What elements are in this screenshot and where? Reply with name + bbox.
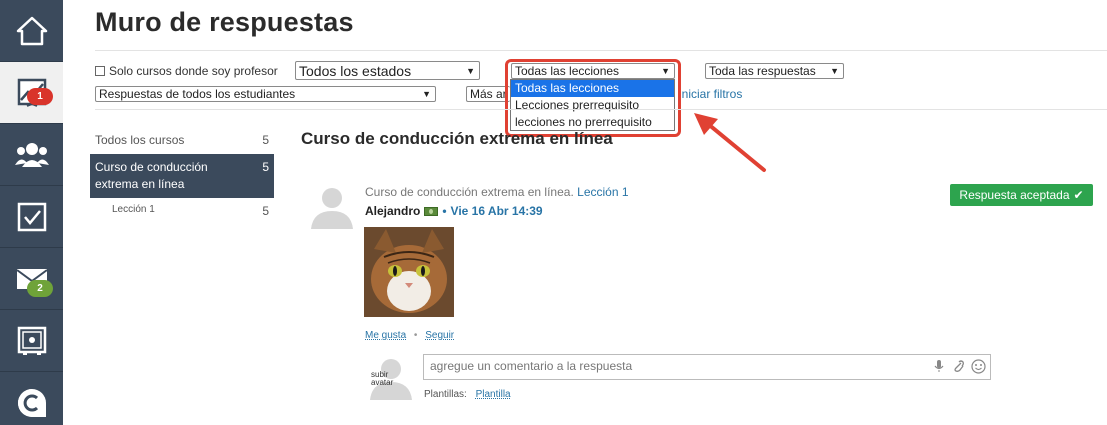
sidebar-item-count: 5 xyxy=(262,204,269,218)
states-select-value: Todos los estados xyxy=(299,62,412,79)
status-label: Respuesta aceptada xyxy=(959,188,1070,202)
bullet: • xyxy=(442,204,447,218)
rail-home[interactable] xyxy=(0,0,63,62)
only-my-courses-checkbox[interactable]: Solo cursos donde soy profesor xyxy=(95,64,278,78)
rail-tasks[interactable] xyxy=(0,186,63,248)
post-author-line: Alejandro • Vie 16 Abr 14:39 xyxy=(365,204,543,218)
highlight-box xyxy=(505,59,681,137)
post-lesson-link[interactable]: Lección 1 xyxy=(577,185,628,199)
post-course-name: Curso de conducción extrema en línea. xyxy=(365,185,574,199)
students-select-value: Respuestas de todos los estudiantes xyxy=(99,87,296,101)
comment-placeholder: agregue un comentario a la respuesta xyxy=(430,359,633,373)
course-title: Curso de conducción extrema en línea xyxy=(301,129,613,148)
message-badge: 2 xyxy=(27,280,53,297)
comment-input[interactable]: agregue un comentario a la respuesta xyxy=(423,354,991,380)
group-icon xyxy=(14,142,49,167)
sidebar-item-count: 5 xyxy=(262,160,269,174)
annotation-arrow xyxy=(694,113,766,172)
like-link[interactable]: Me gusta xyxy=(365,330,406,341)
chat-icon xyxy=(17,388,46,417)
sidebar-item-lesson[interactable]: Lección 1 5 xyxy=(90,204,274,218)
safe-icon xyxy=(17,326,46,355)
template-link[interactable]: Plantilla xyxy=(476,389,511,400)
students-select[interactable]: Respuestas de todos los estudiantes ▼ xyxy=(95,86,436,102)
answers-select-value: Toda las respuestas xyxy=(709,64,816,78)
answers-select[interactable]: Toda las respuestas ▼ xyxy=(705,63,844,79)
checkbox-icon xyxy=(17,202,46,231)
states-select[interactable]: Todos los estados ▼ xyxy=(295,61,480,80)
course-sidebar: Todos los cursos 5 Curso de conducción e… xyxy=(90,128,274,218)
only-my-courses-label: Solo cursos donde soy profesor xyxy=(109,64,278,78)
rail-messages[interactable] xyxy=(0,248,63,310)
templates-row: Plantillas: Plantilla xyxy=(424,389,511,400)
left-rail: 1 2 xyxy=(0,0,63,425)
rail-chat[interactable] xyxy=(0,372,63,425)
chevron-down-icon: ▼ xyxy=(830,66,839,76)
accepted-status-button[interactable]: Respuesta aceptada ✔ xyxy=(950,184,1093,206)
avatar xyxy=(311,188,353,229)
templates-label: Plantillas: xyxy=(424,389,467,400)
more-filters-select[interactable]: Más ar xyxy=(466,86,510,102)
sidebar-item-all-courses[interactable]: Todos los cursos 5 xyxy=(90,128,274,152)
sidebar-item-course[interactable]: Curso de conducción extrema en línea 5 xyxy=(90,154,274,198)
separator: • xyxy=(413,330,418,341)
rail-users[interactable] xyxy=(0,124,63,186)
more-filters-value: Más ar xyxy=(470,87,507,101)
post-actions: Me gusta • Seguir xyxy=(365,330,454,341)
cat-photo[interactable] xyxy=(364,227,454,317)
notification-badge: 1 xyxy=(27,88,53,105)
filters-divider xyxy=(95,109,1107,110)
checkbox-box[interactable] xyxy=(95,66,105,76)
money-icon xyxy=(424,206,439,216)
follow-link[interactable]: Seguir xyxy=(425,330,454,341)
chevron-down-icon: ▼ xyxy=(422,89,431,99)
attachment-icon[interactable] xyxy=(951,359,965,373)
check-icon: ✔ xyxy=(1073,188,1084,202)
reset-filters-link[interactable]: iniciar filtros xyxy=(679,87,742,101)
sidebar-item-label: Todos los cursos xyxy=(95,133,185,147)
sidebar-item-label: Lección 1 xyxy=(112,204,155,215)
title-divider xyxy=(95,50,1107,51)
comment-tools xyxy=(933,359,986,374)
post-date[interactable]: Vie 16 Abr 14:39 xyxy=(451,204,543,218)
post-context: Curso de conducción extrema en línea. Le… xyxy=(365,185,629,199)
page-title: Muro de respuestas xyxy=(95,7,354,37)
home-icon xyxy=(16,16,47,45)
rail-safe[interactable] xyxy=(0,310,63,372)
microphone-icon[interactable] xyxy=(933,359,945,373)
upload-avatar-link[interactable]: subir avatar xyxy=(371,371,399,387)
sidebar-item-label: Curso de conducción extrema en línea xyxy=(95,160,208,191)
sidebar-item-count: 5 xyxy=(262,133,269,147)
chevron-down-icon: ▼ xyxy=(466,65,475,76)
post-author[interactable]: Alejandro xyxy=(365,204,420,218)
emoji-icon[interactable] xyxy=(971,359,986,374)
